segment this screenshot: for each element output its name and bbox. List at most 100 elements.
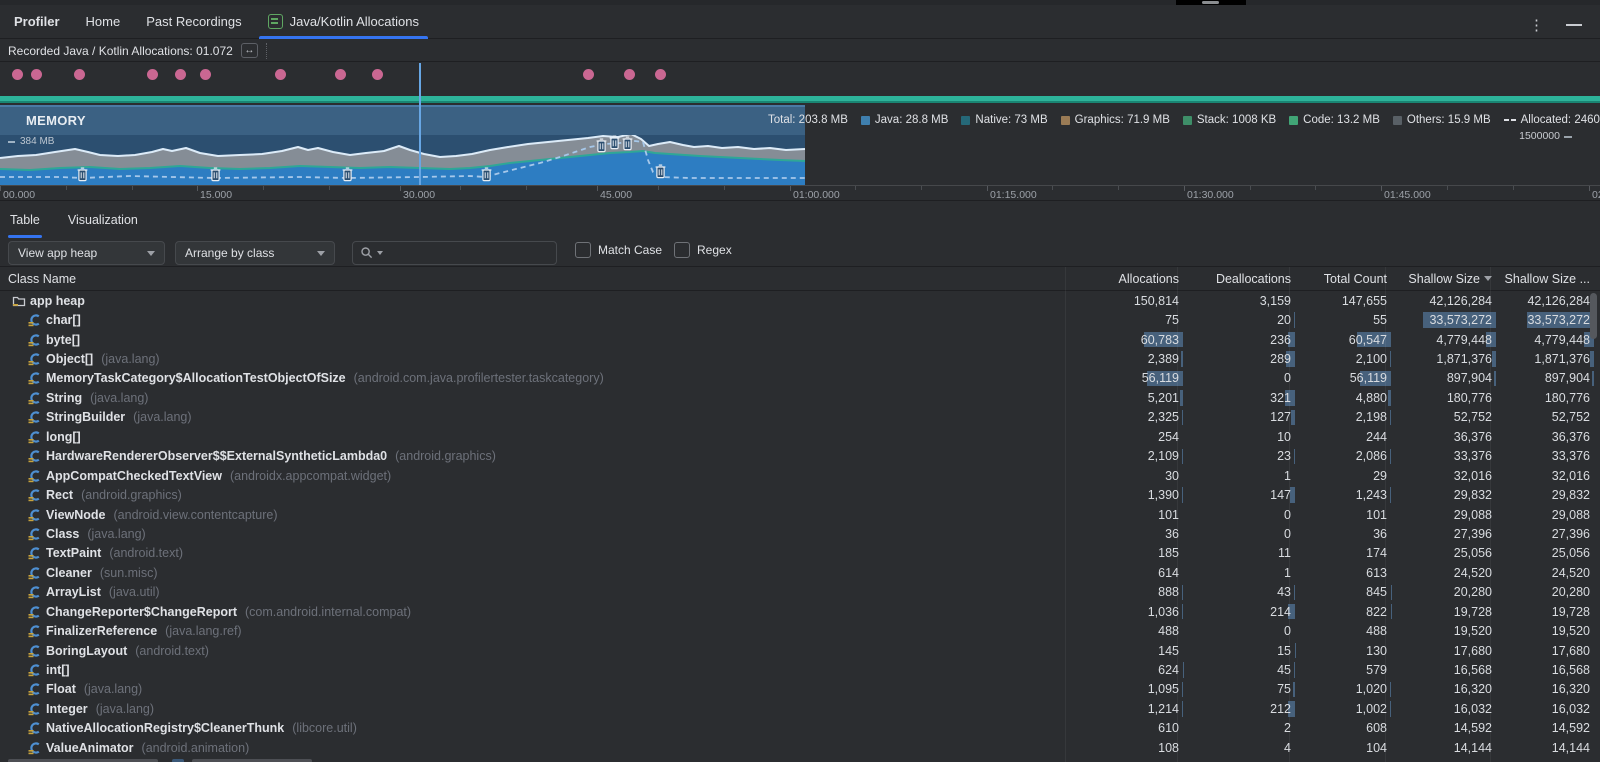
event-track[interactable]: MainActivity [0, 63, 1600, 96]
regex-checkbox[interactable] [674, 242, 690, 258]
table-row[interactable]: Class(java.lang)3603627,39627,396 [0, 524, 1600, 543]
table-row[interactable]: Object[](java.lang)2,3892892,1001,871,37… [0, 349, 1600, 368]
memory-plot[interactable] [0, 135, 1600, 185]
table-row[interactable]: Float(java.lang)1,095751,02016,32016,320 [0, 680, 1600, 699]
value-cell: 147 [1189, 485, 1301, 504]
table-row[interactable]: ValueAnimator(android.animation)10841041… [0, 738, 1600, 757]
table-row[interactable]: NativeAllocationRegistry$CleanerThunk(li… [0, 719, 1600, 738]
table-row[interactable]: app heap150,8143,159147,65542,126,28442,… [0, 291, 1600, 310]
memory-timeline[interactable]: MEMORY Total: 203.8 MBJava: 28.8 MBNativ… [0, 105, 1600, 200]
value-label: 56,119 [1350, 371, 1397, 385]
package-label: (java.lang) [87, 527, 145, 541]
search-history-chevron-icon[interactable] [377, 251, 383, 255]
value-label: 1 [1284, 566, 1301, 580]
tab-visualization[interactable]: Visualization [66, 201, 140, 239]
heap-select[interactable]: View app heap [8, 241, 165, 265]
table-row[interactable]: BoringLayout(android.text)1451513017,680… [0, 641, 1600, 660]
event-dot [335, 69, 346, 80]
value-label: 16,032 [1454, 702, 1502, 716]
axis-minor-tick [1052, 186, 1053, 190]
table-row[interactable]: String(java.lang)5,2013214,880180,776180… [0, 388, 1600, 407]
value-label: 104 [1366, 741, 1397, 755]
tab-profiler[interactable]: Profiler [14, 5, 73, 39]
table-row[interactable]: Rect(android.graphics)1,3901471,24329,83… [0, 485, 1600, 504]
class-name-cell: Class(java.lang) [0, 527, 1077, 541]
table-row[interactable]: Integer(java.lang)1,2142121,00216,03216,… [0, 699, 1600, 718]
value-label: 180,776 [1447, 391, 1502, 405]
class-name-cell: byte[] [0, 333, 1077, 347]
legend-label: Total: 203.8 MB [768, 114, 848, 126]
gc-event-trash-icon [341, 167, 354, 187]
class-icon [28, 702, 42, 716]
value-label: 75 [1277, 682, 1301, 696]
table-row[interactable]: ArrayList(java.util)8884384520,28020,280 [0, 583, 1600, 602]
y-axis-tick [8, 141, 15, 143]
table-row[interactable]: char[]75205533,573,27233,573,272 [0, 310, 1600, 329]
table-row[interactable]: long[]2541024436,37636,376 [0, 427, 1600, 446]
table-row[interactable]: HardwareRendererObserver$$ExternalSynthe… [0, 447, 1600, 466]
recorded-label: Recorded Java / Kotlin Allocations: 01.0… [8, 44, 233, 58]
column-header-allocations[interactable]: Allocations [1077, 267, 1189, 290]
package-label: (android.graphics) [395, 449, 496, 463]
table-row[interactable]: Cleaner(sun.misc)614161324,52024,520 [0, 563, 1600, 582]
value-cell: 613 [1301, 563, 1397, 582]
value-cell: 33,376 [1397, 447, 1502, 466]
table-row[interactable]: AppCompatCheckedTextView(androidx.appcom… [0, 466, 1600, 485]
table-row[interactable]: byte[]60,78323660,5474,779,4484,779,448 [0, 330, 1600, 349]
class-name-cell: MemoryTaskCategory$AllocationTestObjectO… [0, 371, 1077, 385]
value-cell: 33,376 [1502, 447, 1600, 466]
match-case-checkbox[interactable] [575, 242, 591, 258]
value-cell: 888 [1077, 583, 1189, 602]
tab-home[interactable]: Home [73, 5, 134, 39]
minimize-icon[interactable] [1566, 24, 1582, 26]
value-cell: 212 [1189, 699, 1301, 718]
value-label: 24,520 [1552, 566, 1600, 580]
value-label: 0 [1284, 527, 1301, 541]
column-header-class-name[interactable]: Class Name [0, 267, 1077, 290]
table-row[interactable]: TextPaint(android.text)1851117425,05625,… [0, 544, 1600, 563]
search-input[interactable] [386, 246, 549, 260]
column-header-deallocations[interactable]: Deallocations [1189, 267, 1301, 290]
arrange-select[interactable]: Arrange by class [175, 241, 335, 265]
axis-minor-tick [66, 186, 67, 190]
column-header-label: Shallow Size [1408, 272, 1480, 286]
value-cell: 254 [1077, 427, 1189, 446]
tab-past-recordings[interactable]: Past Recordings [133, 5, 254, 39]
tab-table[interactable]: Table [8, 201, 42, 239]
class-name-label: String [46, 391, 82, 405]
value-cell: 16,568 [1397, 660, 1502, 679]
time-axis[interactable]: 00.00015.00030.00045.00001:00.00001:15.0… [0, 185, 1600, 200]
table-row[interactable]: ChangeReporter$ChangeReport(com.android.… [0, 602, 1600, 621]
column-header-shallow-size[interactable]: Shallow Size [1397, 267, 1502, 290]
class-icon [28, 546, 42, 560]
value-cell: 10 [1189, 427, 1301, 446]
column-header-total-count[interactable]: Total Count [1301, 267, 1397, 290]
reset-zoom-button[interactable]: ↔ [241, 43, 258, 58]
table-row[interactable]: FinalizerReference(java.lang.ref)4880488… [0, 621, 1600, 640]
playhead-line[interactable] [419, 63, 421, 185]
value-label: 488 [1158, 624, 1189, 638]
table-row[interactable]: MemoryTaskCategory$AllocationTestObjectO… [0, 369, 1600, 388]
tab-java-kotlin-allocations[interactable]: Java/Kotlin Allocations [255, 5, 432, 39]
value-cell: 60,547 [1301, 330, 1397, 349]
class-name-label: ArrayList [46, 585, 101, 599]
value-cell: 822 [1301, 602, 1397, 621]
table-row[interactable]: int[]6244557916,56816,568 [0, 660, 1600, 679]
tab-profiler-label: Profiler [14, 14, 60, 29]
value-label: 27,396 [1552, 527, 1600, 541]
chevron-down-icon [147, 251, 155, 256]
table-row[interactable]: StringBuilder(java.lang)2,3251272,19852,… [0, 408, 1600, 427]
tab-home-label: Home [86, 14, 121, 29]
value-label: 36 [1373, 527, 1397, 541]
search-field[interactable] [352, 241, 557, 265]
kebab-menu-icon[interactable]: ⋮ [1529, 16, 1544, 34]
class-icon [28, 527, 42, 541]
column-header-shallow-size[interactable]: Shallow Size ... [1502, 267, 1600, 290]
value-label: 1,036 [1148, 605, 1189, 619]
package-label: (java.lang) [101, 352, 159, 366]
legend-item: Allocated: 246030 [1504, 114, 1600, 126]
class-name-cell: app heap [0, 294, 1077, 308]
value-label: 20,280 [1454, 585, 1502, 599]
table-row[interactable]: ViewNode(android.view.contentcapture)101… [0, 505, 1600, 524]
class-icon [28, 566, 42, 580]
